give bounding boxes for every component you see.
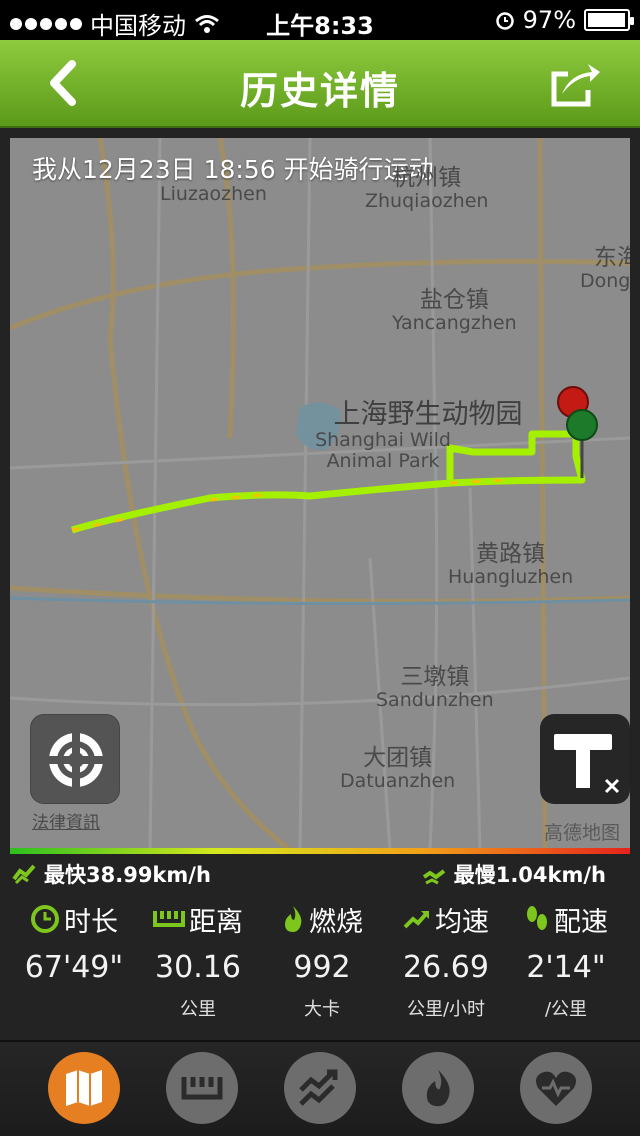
speed-gradient-bar (10, 848, 630, 854)
place-zoo: 上海野生动物园 Shanghai Wild Animal Park (315, 399, 523, 472)
battery-icon (584, 9, 634, 31)
pace-value: 2'14" (526, 950, 606, 985)
flame-icon (285, 906, 302, 932)
share-icon[interactable] (548, 60, 602, 110)
toggle-track-button[interactable] (540, 714, 630, 804)
trend-up-icon (403, 911, 429, 929)
stat-distance: 距离 30.16 公里 (138, 898, 258, 1021)
place-sandunzhen: 三墩镇 Sandunzhen (376, 664, 494, 712)
nav-bar: 历史详情 (0, 40, 640, 128)
fastest-speed: 最快38.99km/h (12, 859, 211, 889)
heart-rate-icon (536, 1071, 576, 1106)
stat-avg-speed: 均速 26.69 公里/小时 (386, 898, 506, 1021)
ruler-icon (153, 911, 185, 927)
place-huangluzhen: 黄路镇 Huangluzhen (448, 541, 574, 589)
clock-icon (31, 905, 59, 933)
map-provider-logo: 高德地图 (543, 822, 620, 844)
footprints-icon (527, 906, 547, 930)
tab-map[interactable] (48, 1052, 120, 1124)
ruler-icon (181, 1077, 223, 1100)
speed-summary: 最快38.99km/h 最慢1.04km/h (10, 856, 630, 892)
avg-speed-value: 26.69 (403, 950, 489, 985)
tab-distance[interactable] (166, 1052, 238, 1124)
alarm-icon (495, 12, 514, 30)
bottom-tab-bar (0, 1040, 640, 1136)
legal-info-link[interactable]: 法律資訊 (32, 808, 100, 833)
route-map[interactable]: 我从12月23日 18:56 开始骑行运动 Liuzaozhen 杭州镇 Zhu… (10, 138, 630, 850)
page-title: 历史详情 (239, 69, 400, 113)
place-dongha: 东海 Dongha (580, 245, 630, 293)
locate-button[interactable] (30, 714, 120, 804)
battery-percent: 97% (522, 6, 576, 34)
duration-value: 67'49" (24, 950, 124, 985)
fast-runner-icon (12, 864, 36, 885)
stat-calories: 燃烧 992 大卡 (262, 898, 382, 1021)
tab-speed[interactable] (284, 1052, 356, 1124)
slow-runner-icon (422, 869, 445, 885)
stat-pace: 配速 2'14" /公里 (506, 898, 626, 1021)
locate-icon (49, 733, 103, 787)
stat-duration: 时长 67'49" (14, 898, 134, 995)
place-liuzaozhen: Liuzaozhen (160, 183, 267, 205)
toggle-track-icon (554, 734, 620, 794)
place-datuanzhen: 大团镇 Datuanzhen (340, 745, 456, 793)
slowest-speed: 最慢1.04km/h (422, 859, 606, 889)
speed-chart-icon (299, 1069, 338, 1106)
map-icon (66, 1070, 102, 1106)
place-zhuqiaozhen: 杭州镇 Zhuqiaozhen (365, 165, 489, 213)
status-bar: 中国移动 上午8:33 97% (0, 0, 640, 40)
place-yancangzhen: 盐仓镇 Yancangzhen (392, 287, 517, 335)
tab-heart-rate[interactable] (520, 1052, 592, 1124)
distance-value: 30.16 (155, 950, 241, 985)
stats-panel: 时长 67'49" 距离 30.16 公里 燃烧 992 大卡 均速 26.69… (0, 898, 640, 1036)
flame-icon (426, 1069, 450, 1107)
calories-value: 992 (293, 950, 351, 985)
tab-calories[interactable] (402, 1052, 474, 1124)
